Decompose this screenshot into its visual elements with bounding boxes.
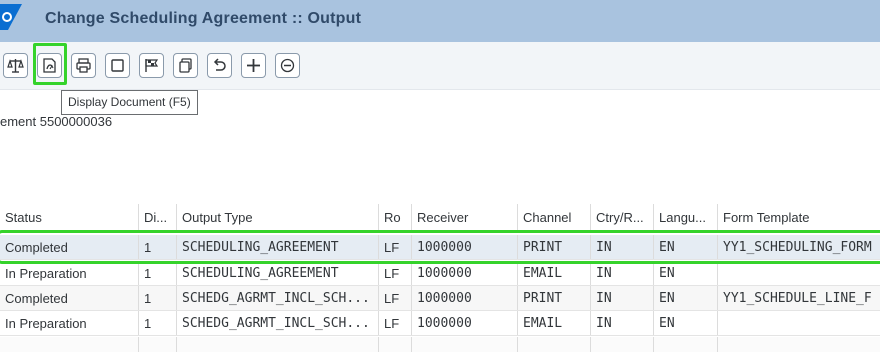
language-cell: EN — [653, 286, 717, 310]
flag-button[interactable] — [139, 53, 164, 78]
remove-button[interactable] — [275, 53, 300, 78]
toolbar — [0, 42, 880, 90]
empty-cell — [590, 337, 653, 352]
column-header-ro[interactable]: Ro — [378, 204, 411, 231]
column-header-country[interactable]: Ctry/R... — [590, 204, 653, 231]
empty-row — [0, 337, 880, 352]
page-title: Change Scheduling Agreement :: Output — [45, 10, 362, 27]
column-header-language[interactable]: Langu... — [653, 204, 717, 231]
status-cell: In Preparation — [5, 265, 87, 281]
receiver-cell: 1000000 — [411, 286, 517, 310]
print-icon — [76, 58, 91, 73]
balance-scale-button[interactable] — [3, 53, 28, 78]
frame-button[interactable] — [105, 53, 130, 78]
undo-button[interactable] — [207, 53, 232, 78]
tooltip: Display Document (F5) — [61, 90, 198, 115]
empty-cell — [176, 337, 378, 352]
balance-scale-icon — [7, 59, 24, 73]
empty-cell — [717, 337, 880, 352]
ro-cell: LF — [378, 311, 411, 335]
channel-cell: PRINT — [517, 235, 590, 259]
display-document-highlight — [33, 43, 67, 85]
undo-icon — [213, 58, 226, 71]
country-cell: IN — [590, 311, 653, 335]
table-header: Status Di... Output Type Ro Receiver Cha… — [0, 204, 880, 232]
receiver-cell: 1000000 — [411, 261, 517, 285]
column-header-channel[interactable]: Channel — [517, 204, 590, 231]
document-subtitle: ement 5500000036 — [0, 114, 113, 129]
language-cell: EN — [653, 311, 717, 335]
copy-icon — [179, 58, 192, 73]
table-row[interactable]: In Preparation 1 SCHEDULING_AGREEMENT LF… — [0, 261, 880, 286]
language-cell: EN — [653, 261, 717, 285]
column-header-receiver[interactable]: Receiver — [411, 204, 517, 231]
di-cell: 1 — [138, 261, 176, 285]
add-icon — [247, 59, 260, 72]
empty-cell — [138, 337, 176, 352]
column-header-di[interactable]: Di... — [138, 204, 176, 231]
form-template-cell: YY1_SCHEDULING_FORM — [717, 235, 880, 259]
country-cell: IN — [590, 235, 653, 259]
column-header-form-template[interactable]: Form Template — [717, 204, 880, 231]
table-row[interactable]: Completed 1 SCHEDG_AGRMT_INCL_SCH... LF … — [0, 286, 880, 311]
form-template-cell — [717, 311, 880, 335]
frame-icon — [111, 59, 124, 72]
ro-cell: LF — [378, 286, 411, 310]
ro-cell: LF — [378, 261, 411, 285]
empty-cell — [653, 337, 717, 352]
status-cell: In Preparation — [5, 315, 87, 331]
form-template-cell: YY1_SCHEDULE_LINE_F — [717, 286, 880, 310]
form-template-cell — [717, 261, 880, 285]
sap-logo-icon — [0, 4, 22, 30]
output-type-cell: SCHEDG_AGRMT_INCL_SCH... — [176, 311, 378, 335]
status-cell: Completed — [5, 290, 68, 306]
receiver-cell: 1000000 — [411, 311, 517, 335]
print-button[interactable] — [71, 53, 96, 78]
copy-button[interactable] — [173, 53, 198, 78]
empty-cell — [411, 337, 517, 352]
language-cell: EN — [653, 235, 717, 259]
flag-icon — [145, 59, 159, 72]
title-bar: Change Scheduling Agreement :: Output — [0, 0, 880, 42]
empty-cell — [517, 337, 590, 352]
add-button[interactable] — [241, 53, 266, 78]
channel-cell: EMAIL — [517, 261, 590, 285]
di-cell: 1 — [138, 235, 176, 259]
channel-cell: EMAIL — [517, 311, 590, 335]
remove-icon — [280, 58, 295, 73]
di-cell: 1 — [138, 311, 176, 335]
di-cell: 1 — [138, 286, 176, 310]
receiver-cell: 1000000 — [411, 235, 517, 259]
empty-cell — [378, 337, 411, 352]
country-cell: IN — [590, 286, 653, 310]
channel-cell: PRINT — [517, 286, 590, 310]
country-cell: IN — [590, 261, 653, 285]
column-header-status[interactable]: Status — [0, 204, 138, 231]
ro-cell: LF — [378, 235, 411, 259]
table-row[interactable]: In Preparation 1 SCHEDG_AGRMT_INCL_SCH..… — [0, 311, 880, 336]
output-type-cell: SCHEDULING_AGREEMENT — [176, 235, 378, 259]
column-header-output-type[interactable]: Output Type — [176, 204, 378, 231]
table-row[interactable]: Completed 1 SCHEDULING_AGREEMENT LF 1000… — [0, 235, 880, 260]
status-cell: Completed — [5, 239, 68, 255]
output-type-cell: SCHEDULING_AGREEMENT — [176, 261, 378, 285]
output-type-cell: SCHEDG_AGRMT_INCL_SCH... — [176, 286, 378, 310]
